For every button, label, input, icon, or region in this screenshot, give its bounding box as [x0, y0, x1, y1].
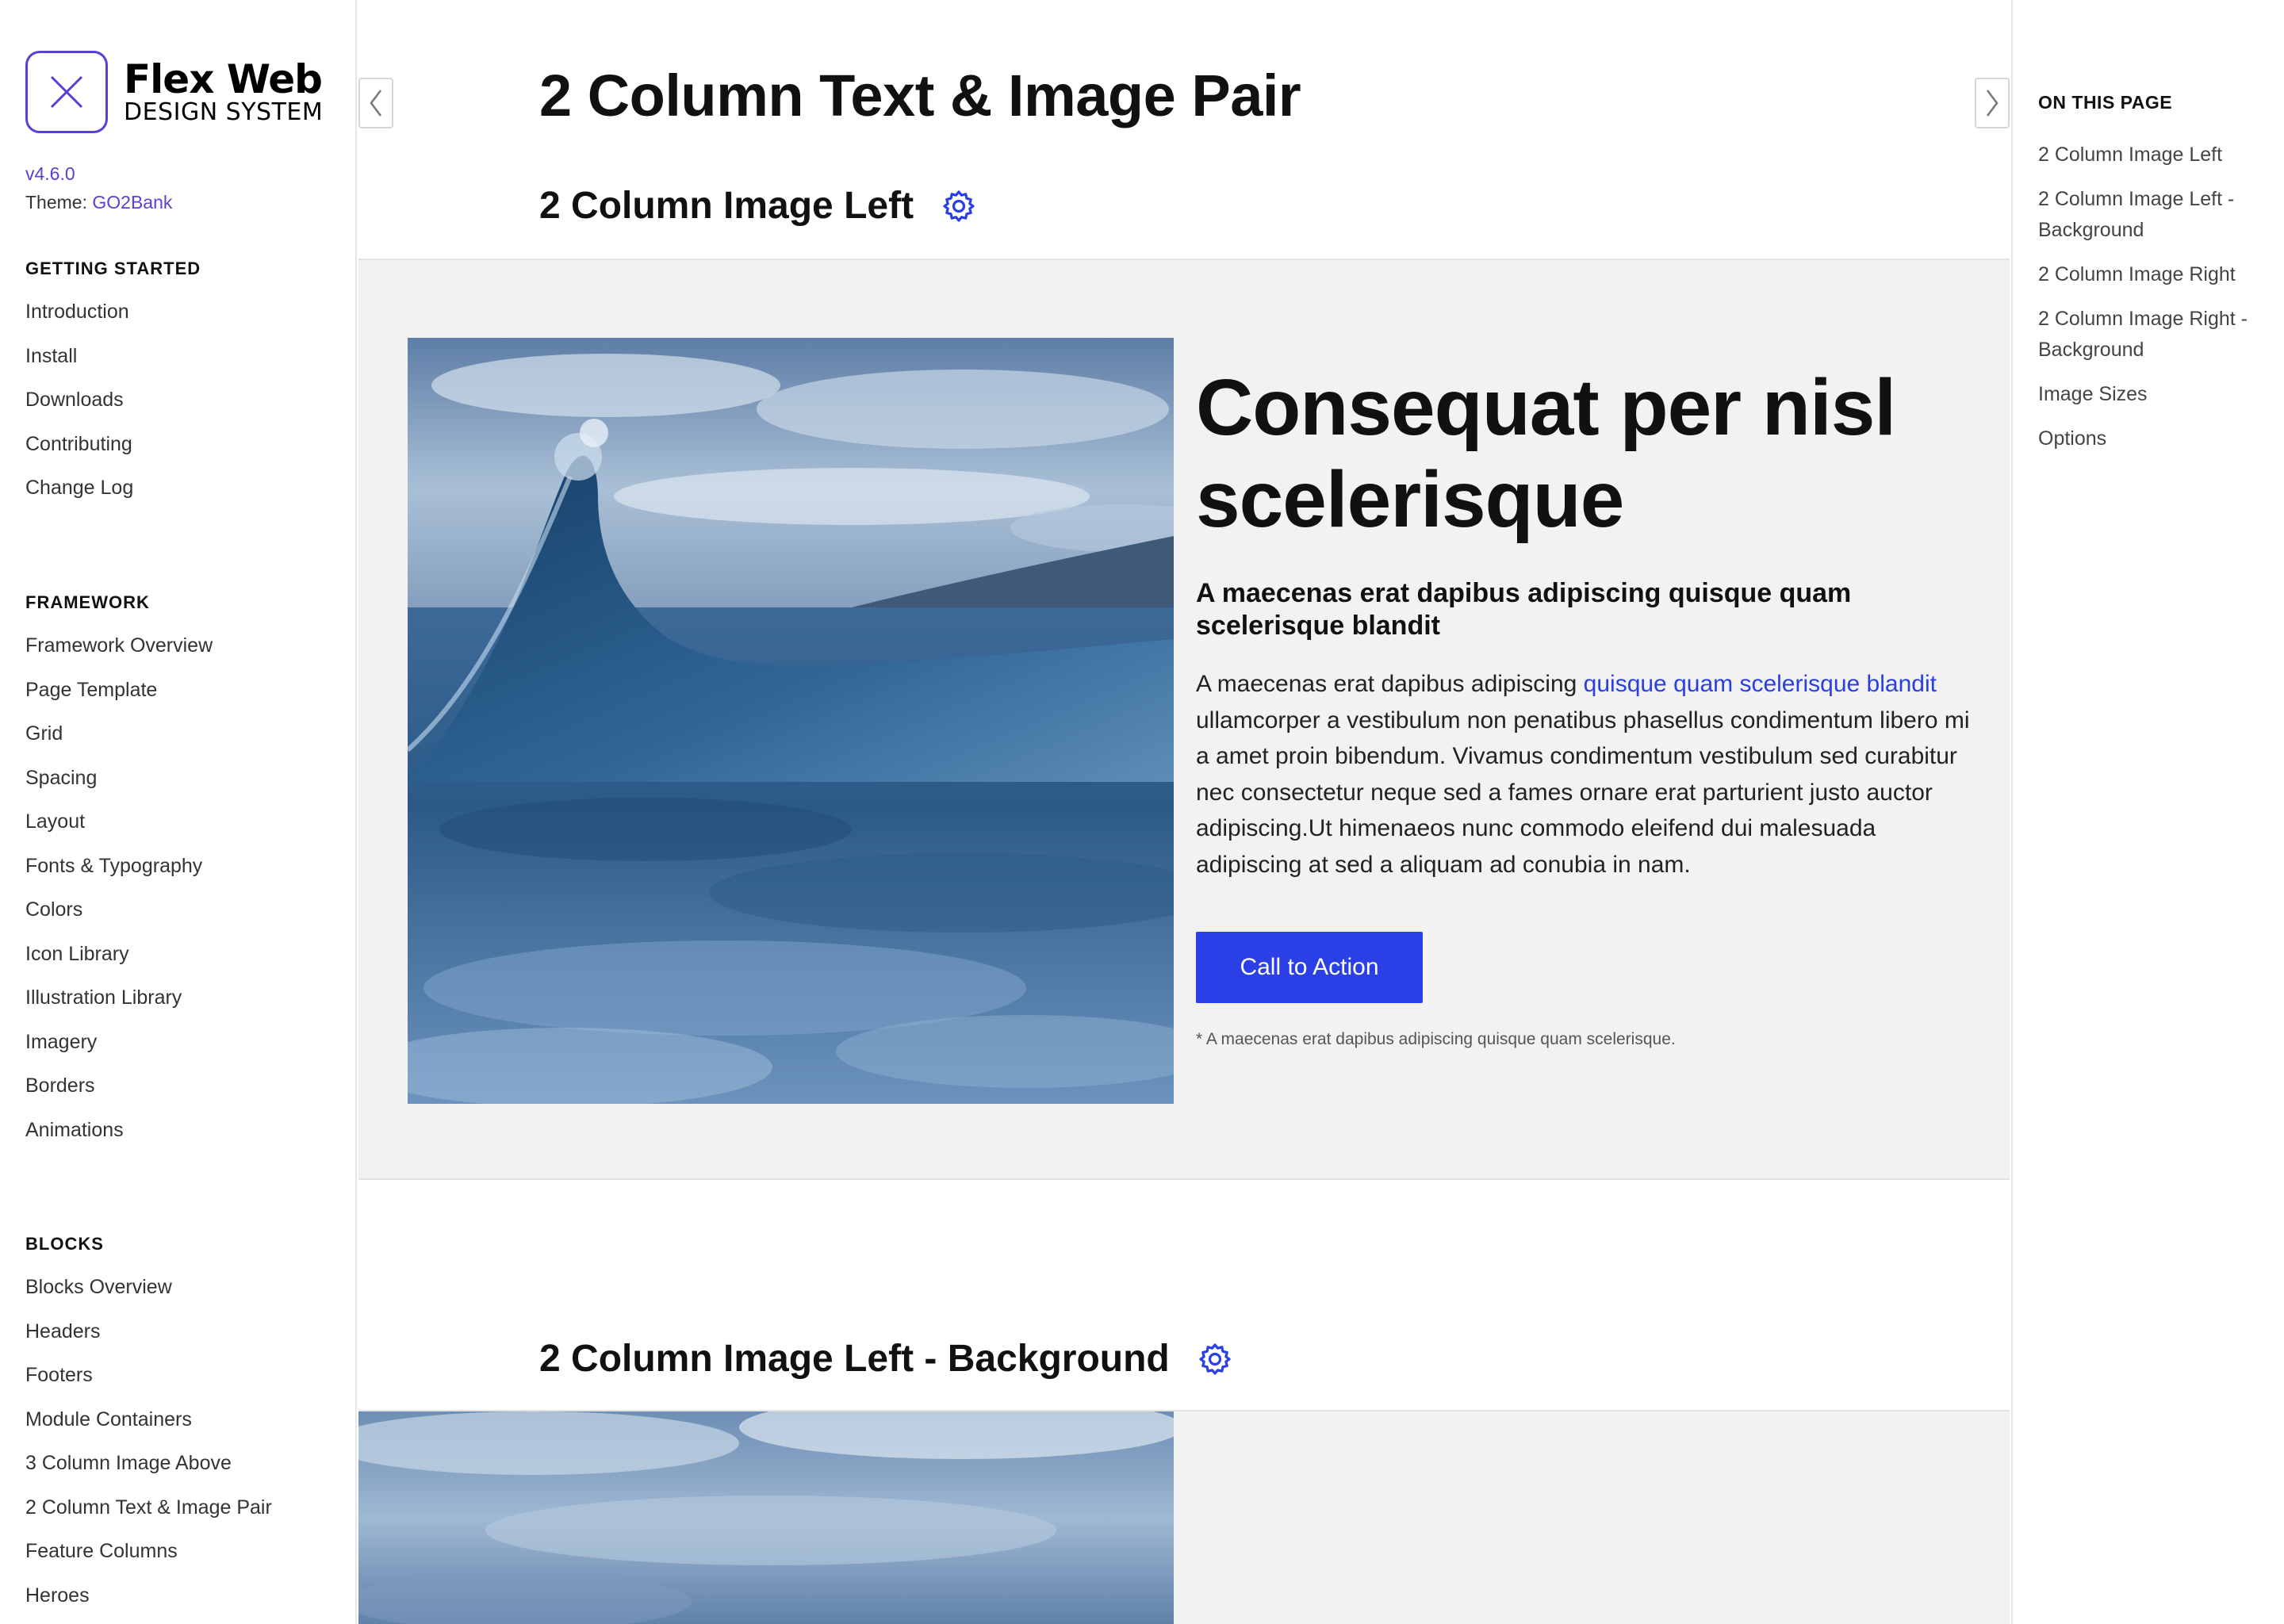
brand-title: Flex Web	[124, 56, 323, 102]
section-title: 2 Column Image Left - Background	[539, 1338, 1170, 1380]
toc-item-image-left-background[interactable]: 2 Column Image Left - Background	[2038, 184, 2276, 246]
gear-icon[interactable]	[1197, 1341, 1233, 1377]
section-heading-image-left: 2 Column Image Left	[539, 184, 977, 228]
on-this-page-toc: ON THIS PAGE 2 Column Image Left 2 Colum…	[2011, 0, 2284, 1624]
sidebar-item-downloads[interactable]: Downloads	[25, 388, 343, 432]
demo-body-text: A maecenas erat dapibus adipiscing quisq…	[1196, 666, 1973, 883]
nav-heading: BLOCKS	[25, 1234, 104, 1254]
next-page-button[interactable]	[1975, 78, 2010, 128]
sidebar-item-introduction[interactable]: Introduction	[25, 300, 343, 344]
theme-label: Theme:	[25, 192, 87, 213]
toc-item-image-sizes[interactable]: Image Sizes	[2038, 379, 2276, 410]
ocean-sky-image	[358, 1411, 1174, 1624]
sidebar-item-blocks-overview[interactable]: Blocks Overview	[25, 1275, 343, 1320]
toc-item-image-right-background[interactable]: 2 Column Image Right - Background	[2038, 304, 2276, 366]
demo-text-column: Consequat per nisl scelerisque A maecena…	[1196, 362, 1973, 1049]
sidebar-item-framework-overview[interactable]: Framework Overview	[25, 634, 343, 678]
toc-item-image-left[interactable]: 2 Column Image Left	[2038, 140, 2276, 170]
sidebar-item-layout[interactable]: Layout	[25, 810, 343, 854]
sidebar-item-module-containers[interactable]: Module Containers	[25, 1408, 343, 1452]
nav-heading: FRAMEWORK	[25, 592, 150, 612]
demo-image-left: Consequat per nisl scelerisque A maecena…	[358, 259, 2010, 1180]
main-content: 2 Column Text & Image Pair 2 Column Imag…	[358, 0, 2010, 1624]
sidebar-item-spacing[interactable]: Spacing	[25, 766, 343, 810]
demo-image-left-background	[358, 1410, 2010, 1624]
footnote: * A maecenas erat dapibus adipiscing qui…	[1196, 1030, 1676, 1048]
body-text-start: A maecenas erat dapibus adipiscing	[1196, 671, 1584, 697]
section-title: 2 Column Image Left	[539, 185, 914, 227]
sidebar-item-contributing[interactable]: Contributing	[25, 432, 343, 477]
sidebar-item-3-column-image-above[interactable]: 3 Column Image Above	[25, 1451, 343, 1496]
sidebar-item-animations[interactable]: Animations	[25, 1118, 343, 1162]
sidebar-item-colors[interactable]: Colors	[25, 898, 343, 942]
sidebar-item-fonts-typography[interactable]: Fonts & Typography	[25, 854, 343, 898]
nav-heading: GETTING STARTED	[25, 259, 201, 278]
sidebar-item-2-column-text-image-pair[interactable]: 2 Column Text & Image Pair	[25, 1496, 343, 1540]
section-heading-image-left-background: 2 Column Image Left - Background	[539, 1337, 1233, 1381]
demo-heading: Consequat per nisl scelerisque	[1196, 363, 1896, 544]
sidebar-item-heroes[interactable]: Heroes	[25, 1584, 343, 1624]
toc-heading: ON THIS PAGE	[2038, 92, 2173, 113]
sidebar-item-illustration-library[interactable]: Illustration Library	[25, 986, 343, 1030]
sidebar-item-icon-library[interactable]: Icon Library	[25, 942, 343, 986]
sidebar: Flex Web DESIGN SYSTEM v4.6.0 Theme: GO2…	[0, 0, 357, 1624]
page-title: 2 Column Text & Image Pair	[539, 63, 1301, 128]
sidebar-item-grid[interactable]: Grid	[25, 722, 343, 766]
sidebar-item-change-log[interactable]: Change Log	[25, 476, 343, 520]
demo-subheading: A maecenas erat dapibus adipiscing quisq…	[1196, 578, 1852, 641]
chevron-right-icon	[1987, 90, 1998, 117]
ocean-wave-image	[408, 338, 1174, 1104]
brand-subtitle: DESIGN SYSTEM	[124, 98, 324, 126]
sidebar-item-footers[interactable]: Footers	[25, 1363, 343, 1408]
toc-item-options[interactable]: Options	[2038, 423, 2276, 454]
body-text-end: ullamcorper a vestibulum non penatibus p…	[1196, 707, 1970, 878]
sidebar-item-imagery[interactable]: Imagery	[25, 1030, 343, 1074]
version-label: v4.6.0	[25, 163, 75, 184]
call-to-action-button[interactable]: Call to Action	[1196, 932, 1423, 1003]
nav-section-framework: FRAMEWORK Framework Overview Page Templa…	[25, 592, 343, 1162]
toc-item-image-right[interactable]: 2 Column Image Right	[2038, 259, 2276, 290]
gear-icon[interactable]	[941, 188, 977, 224]
sidebar-item-borders[interactable]: Borders	[25, 1074, 343, 1118]
previous-page-button[interactable]	[358, 78, 393, 128]
x-logo-icon	[25, 51, 108, 133]
chevron-left-icon	[370, 90, 381, 117]
sidebar-item-headers[interactable]: Headers	[25, 1320, 343, 1364]
nav-section-blocks: BLOCKS Blocks Overview Headers Footers M…	[25, 1234, 343, 1624]
theme-link[interactable]: GO2Bank	[92, 192, 172, 213]
sidebar-item-install[interactable]: Install	[25, 344, 343, 389]
brand-logo[interactable]: Flex Web DESIGN SYSTEM	[25, 51, 323, 133]
theme-indicator: Theme: GO2Bank	[25, 192, 172, 213]
nav-section-getting-started: GETTING STARTED Introduction Install Dow…	[25, 259, 343, 520]
body-inline-link[interactable]: quisque quam scelerisque blandit	[1584, 671, 1937, 697]
sidebar-item-feature-columns[interactable]: Feature Columns	[25, 1539, 343, 1584]
sidebar-item-page-template[interactable]: Page Template	[25, 678, 343, 722]
